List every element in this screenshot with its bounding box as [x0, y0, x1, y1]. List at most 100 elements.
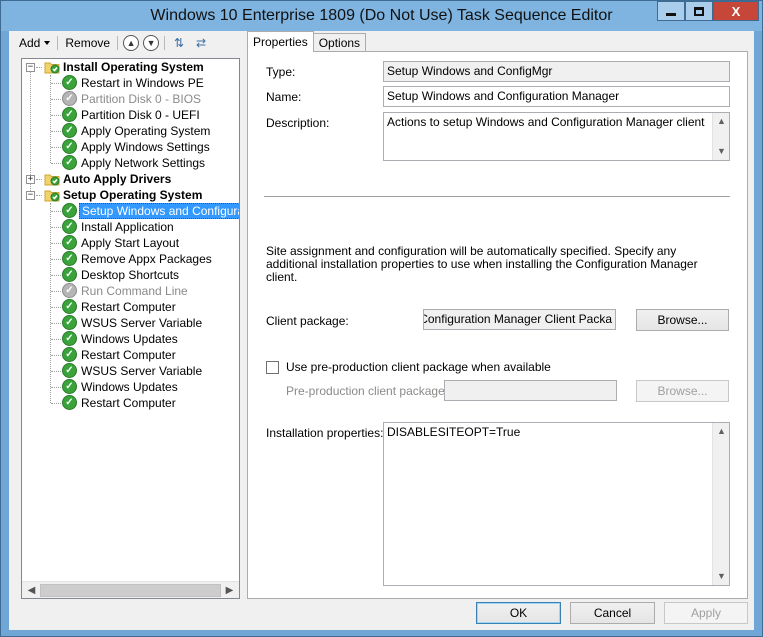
tree-step[interactable]: ✓ Restart Computer: [22, 347, 239, 363]
move-down-icon: ▼: [146, 37, 156, 48]
scroll-right-icon[interactable]: ▶: [223, 584, 236, 597]
tree-step[interactable]: ✓ Partition Disk 0 - BIOS: [22, 91, 239, 107]
collapse-icon[interactable]: −: [26, 63, 35, 72]
tree-connector: [51, 307, 61, 308]
preprod-package-field: [444, 380, 617, 401]
tree-group-label: Auto Apply Drivers: [63, 172, 172, 186]
tree-step[interactable]: ✓ Windows Updates: [22, 379, 239, 395]
tree-group[interactable]: − Install Operating System: [22, 59, 239, 75]
tree-step-label: Install Application: [81, 220, 174, 234]
tree-step[interactable]: ✓ Install Application: [22, 219, 239, 235]
tree-step[interactable]: ✓ Restart in Windows PE: [22, 75, 239, 91]
minimize-button[interactable]: [657, 1, 685, 21]
expand-icon[interactable]: +: [26, 175, 35, 184]
name-label: Name:: [266, 90, 302, 104]
tree-step-label: Apply Operating System: [81, 124, 211, 138]
task-sequence-tree[interactable]: − Install Operating System ✓ Restart in Win…: [21, 58, 240, 599]
browse-button[interactable]: Browse...: [636, 309, 729, 331]
scroll-up-icon[interactable]: ▲: [715, 425, 728, 438]
expand-all-button[interactable]: ⇅: [171, 35, 187, 51]
tree-step[interactable]: ✓ Windows Updates: [22, 331, 239, 347]
type-field: Setup Windows and ConfigMgr: [383, 61, 730, 82]
tree-connector: [51, 243, 61, 244]
tree-step[interactable]: ✓ WSUS Server Variable: [22, 315, 239, 331]
move-up-button[interactable]: ▲: [123, 35, 140, 51]
window-title: Windows 10 Enterprise 1809 (Do Not Use) …: [150, 7, 613, 24]
tab-properties[interactable]: Properties: [247, 31, 314, 52]
tab-options[interactable]: Options: [312, 33, 367, 52]
name-field[interactable]: Setup Windows and Configuration Manager: [383, 86, 730, 107]
tree-step-label: Windows Updates: [81, 332, 178, 346]
folder-check-icon: [44, 188, 60, 202]
check-icon: ✓: [62, 299, 77, 314]
install-props-scrollbar[interactable]: ▲ ▼: [712, 423, 729, 585]
disabled-step-icon: ✓: [62, 283, 77, 298]
scroll-up-icon[interactable]: ▲: [715, 115, 728, 128]
folder-check-icon: [44, 172, 60, 186]
check-icon: ✓: [62, 331, 77, 346]
tree-step[interactable]: ✓ Restart Computer: [22, 395, 239, 411]
tree-group-label: Setup Operating System: [63, 188, 203, 202]
tree-connector: [51, 211, 61, 212]
tree-connector: [51, 403, 61, 404]
tree-step-label: Desktop Shortcuts: [81, 268, 180, 282]
tree-step-label: WSUS Server Variable: [81, 316, 203, 330]
collapse-icon[interactable]: −: [26, 191, 35, 200]
close-button[interactable]: X: [713, 1, 759, 21]
tree-step[interactable]: ✓ Remove Appx Packages: [22, 251, 239, 267]
tree-connector: [51, 259, 61, 260]
tree-group[interactable]: − Setup Operating System: [22, 187, 239, 203]
info-text: Site assignment and configuration will b…: [266, 244, 698, 284]
scroll-left-icon[interactable]: ◀: [25, 584, 38, 597]
tree-step[interactable]: ✓ Apply Operating System: [22, 123, 239, 139]
check-icon: ✓: [62, 395, 77, 410]
tree-step[interactable]: ✓ Partition Disk 0 - UEFI: [22, 107, 239, 123]
tree-connector: [51, 131, 61, 132]
add-button[interactable]: Add: [15, 33, 54, 53]
tree-step-label: Apply Start Layout: [81, 236, 180, 250]
chevron-down-icon: [44, 41, 51, 45]
tree-group[interactable]: + Auto Apply Drivers: [22, 171, 239, 187]
remove-button-label: Remove: [65, 36, 111, 50]
tree-step[interactable]: ✓ Desktop Shortcuts: [22, 267, 239, 283]
preprod-browse-button: Browse...: [636, 380, 729, 402]
move-down-button[interactable]: ▼: [143, 35, 160, 51]
tree-step[interactable]: ✓ Restart Computer: [22, 299, 239, 315]
tree-step[interactable]: ✓Setup Windows and Configuration: [22, 203, 239, 219]
tree-step-label: Windows Updates: [81, 380, 178, 394]
tree-step[interactable]: ✓ WSUS Server Variable: [22, 363, 239, 379]
tree-connector: [51, 99, 61, 100]
client-package-value: 003, Configuration Manager Client Packa: [423, 312, 612, 326]
toolbar-separator: [164, 36, 166, 50]
tree-step-label: WSUS Server Variable: [81, 364, 203, 378]
install-props-field[interactable]: DISABLESITEOPT=True ▲ ▼: [383, 422, 730, 586]
maximize-button[interactable]: [685, 1, 713, 21]
collapse-all-button[interactable]: ⇄: [193, 35, 209, 51]
ok-button[interactable]: OK: [476, 602, 561, 624]
description-scrollbar[interactable]: ▲ ▼: [712, 113, 729, 160]
tree-step[interactable]: ✓ Run Command Line: [22, 283, 239, 299]
check-icon: ✓: [62, 363, 77, 378]
tree-step[interactable]: ✓ Apply Start Layout: [22, 235, 239, 251]
add-button-label: Add: [19, 36, 41, 50]
tree-toolbar: Add Remove ▲ ▼ ⇅ ⇄: [9, 31, 241, 55]
scroll-down-icon[interactable]: ▼: [715, 570, 728, 583]
scroll-down-icon[interactable]: ▼: [715, 145, 728, 158]
remove-button[interactable]: Remove: [61, 33, 114, 53]
description-text: Actions to setup Windows and Configurati…: [387, 115, 705, 129]
preprod-checkbox-label[interactable]: Use pre-production client package when a…: [286, 360, 551, 374]
tree-connector: [51, 291, 61, 292]
minimize-icon: [666, 12, 676, 16]
tree-step-label: Remove Appx Packages: [81, 252, 212, 266]
check-icon: ✓: [62, 75, 77, 90]
tree-step[interactable]: ✓ Apply Windows Settings: [22, 139, 239, 155]
install-props-label: Installation properties:: [266, 426, 384, 440]
title-bar[interactable]: Windows 10 Enterprise 1809 (Do Not Use) …: [1, 1, 762, 31]
description-field[interactable]: Actions to setup Windows and Configurati…: [383, 112, 730, 161]
horizontal-scrollbar[interactable]: ◀ ▶: [22, 581, 239, 598]
tree-connector: [51, 371, 61, 372]
cancel-button[interactable]: Cancel: [570, 602, 655, 624]
scroll-thumb[interactable]: [40, 584, 221, 597]
tree-step[interactable]: ✓ Apply Network Settings: [22, 155, 239, 171]
preprod-checkbox[interactable]: [266, 361, 279, 374]
